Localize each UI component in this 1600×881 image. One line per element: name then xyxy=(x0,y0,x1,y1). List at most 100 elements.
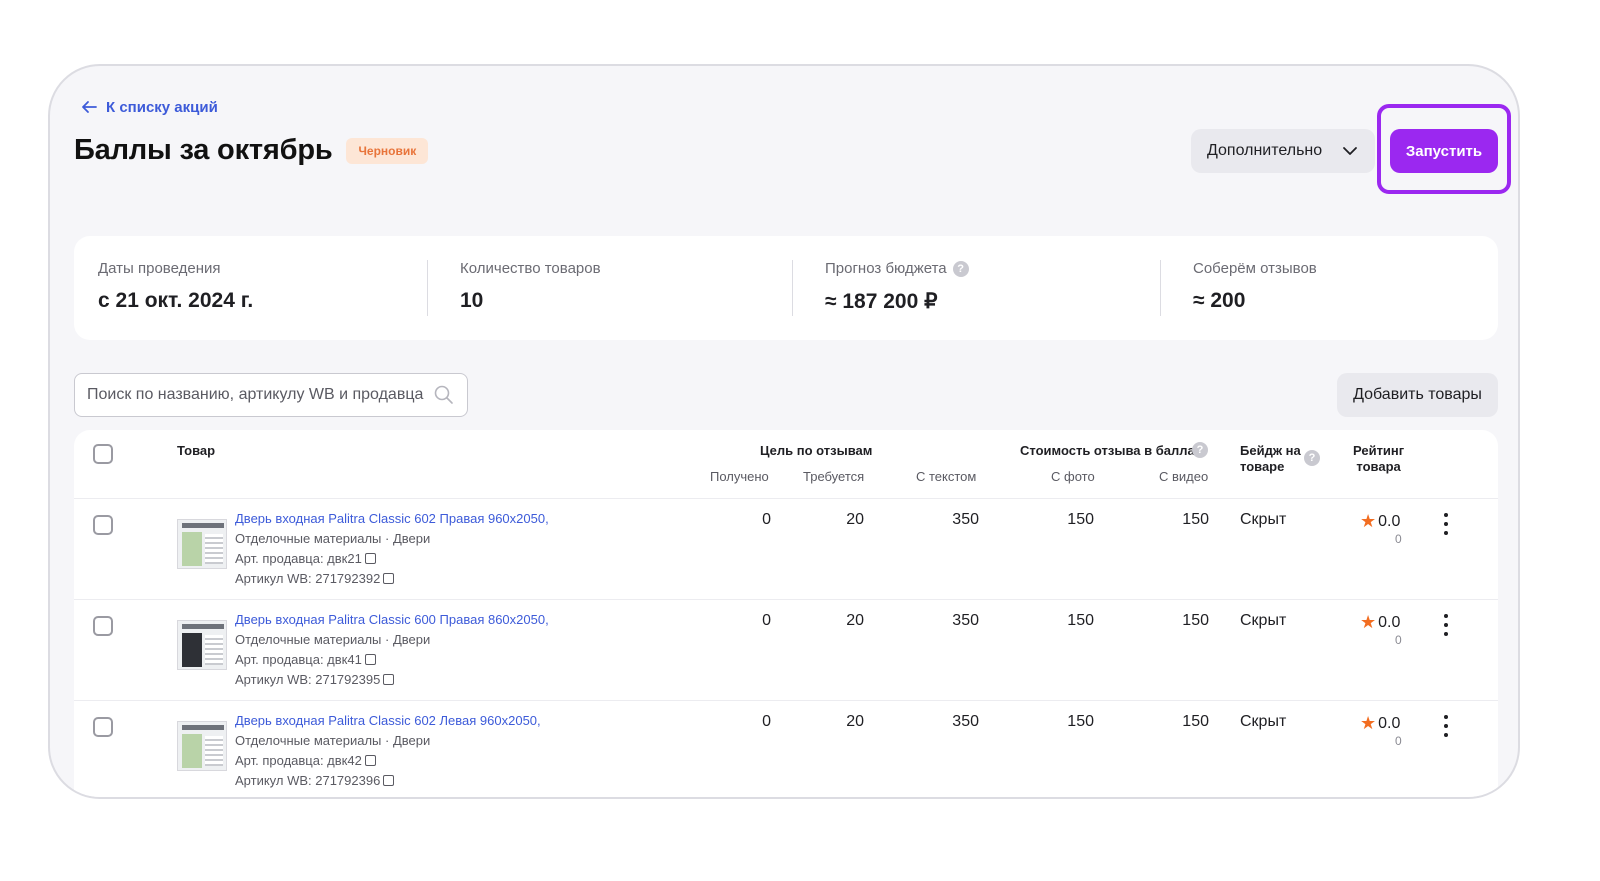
back-to-promotions-link[interactable]: К списку акций xyxy=(80,98,218,116)
page-title: Баллы за октябрь xyxy=(74,134,333,166)
text-cost-value: 350 xyxy=(952,511,979,528)
badge-value: Скрыт xyxy=(1240,612,1287,629)
copy-icon[interactable] xyxy=(364,553,376,564)
received-value: 0 xyxy=(762,612,771,629)
wb-article-text: Артикул WB: 271792396 xyxy=(235,773,381,788)
col-rating-line: товара xyxy=(1356,459,1401,474)
search-input[interactable] xyxy=(87,386,433,404)
product-name-link[interactable]: Дверь входная Palitra Classic 600 Правая… xyxy=(235,612,549,627)
door-image xyxy=(182,734,202,768)
video-cost-value: 150 xyxy=(1182,511,1209,528)
more-actions-icon[interactable] xyxy=(1438,614,1454,636)
copy-icon[interactable] xyxy=(364,654,376,665)
title-row: Баллы за октябрь Черновик xyxy=(74,134,429,167)
chevron-down-icon xyxy=(1343,147,1357,155)
rating-value: 0.0 xyxy=(1378,512,1401,530)
photo-cost-value: 150 xyxy=(1067,612,1094,629)
products-table: Товар Цель по отзывам Получено Требуется… xyxy=(74,430,1498,797)
star-icon: ★ xyxy=(1360,713,1377,733)
thumbnail-lines xyxy=(205,736,223,766)
wb-article: Артикул WB: 271792396 xyxy=(235,773,395,788)
copy-icon[interactable] xyxy=(383,573,395,584)
col-cost-header: Стоимость отзыва в баллах xyxy=(1020,443,1202,458)
product-thumbnail xyxy=(177,721,227,771)
select-all-checkbox[interactable] xyxy=(93,444,113,464)
table-row: Дверь входная Palitra Classic 600 Правая… xyxy=(74,599,1498,700)
photo-cost-value: 150 xyxy=(1067,511,1094,528)
seller-article: Арт. продавца: двк41 xyxy=(235,652,376,667)
more-actions-icon[interactable] xyxy=(1438,513,1454,535)
thumbnail-header xyxy=(182,624,224,629)
help-icon[interactable]: ? xyxy=(1304,450,1320,466)
stat-value: 10 xyxy=(460,289,484,312)
help-icon[interactable]: ? xyxy=(1192,442,1208,458)
more-button-label: Дополнительно xyxy=(1207,142,1323,159)
col-badge-line: Бейдж на xyxy=(1240,443,1301,458)
more-actions-icon[interactable] xyxy=(1438,715,1454,737)
copy-icon[interactable] xyxy=(383,674,395,685)
table-row: Дверь входная Palitra Classic 602 Правая… xyxy=(74,498,1498,599)
rating-value: 0.0 xyxy=(1378,714,1401,732)
stat-product-count: Количество товаров 10 xyxy=(460,260,601,313)
col-rating-line: Рейтинг xyxy=(1353,443,1405,458)
stat-value: ≈ 200 xyxy=(1193,289,1246,312)
app-frame: К списку акций Баллы за октябрь Черновик… xyxy=(48,64,1520,799)
wb-article: Артикул WB: 271792395 xyxy=(235,672,395,687)
add-products-button[interactable]: Добавить товары xyxy=(1337,373,1498,417)
copy-icon[interactable] xyxy=(383,775,395,786)
search-field[interactable] xyxy=(74,373,468,417)
received-value: 0 xyxy=(762,511,771,528)
stat-label: Количество товаров xyxy=(460,260,601,277)
rating: ★ 0.0 xyxy=(1360,511,1400,532)
badge-value: Скрыт xyxy=(1240,511,1287,528)
help-icon[interactable]: ? xyxy=(952,260,969,277)
col-badge-line: товаре xyxy=(1240,459,1285,474)
badge-value: Скрыт xyxy=(1240,713,1287,730)
status-badge: Черновик xyxy=(346,137,429,164)
seller-article-text: Арт. продавца: двк42 xyxy=(235,753,362,768)
stats-card: Даты проведения с 21 окт. 2024 г. Количе… xyxy=(74,236,1498,340)
wb-article-text: Артикул WB: 271792392 xyxy=(235,571,381,586)
thumbnail-lines xyxy=(205,534,223,564)
col-video-header: С видео xyxy=(1159,469,1209,484)
video-cost-value: 150 xyxy=(1182,713,1209,730)
col-rating-header: Рейтинг товара xyxy=(1353,443,1404,475)
more-dropdown-button[interactable]: Дополнительно xyxy=(1191,129,1375,173)
stat-reviews: Соберём отзывов ≈ 200 xyxy=(1193,260,1317,313)
copy-icon[interactable] xyxy=(364,755,376,766)
product-thumbnail xyxy=(177,620,227,670)
rating-count: 0 xyxy=(1395,734,1402,748)
product-name-link[interactable]: Дверь входная Palitra Classic 602 Правая… xyxy=(235,511,549,526)
stat-label-row: Прогноз бюджета ? xyxy=(825,260,969,277)
required-value: 20 xyxy=(846,713,864,730)
product-thumbnail xyxy=(177,519,227,569)
table-row: Дверь входная Palitra Classic 602 Левая … xyxy=(74,700,1498,797)
col-badge-header: Бейдж на товаре xyxy=(1240,443,1301,475)
launch-button[interactable]: Запустить xyxy=(1390,129,1498,173)
seller-article-text: Арт. продавца: двк21 xyxy=(235,551,362,566)
divider xyxy=(427,260,428,316)
received-value: 0 xyxy=(762,713,771,730)
rating: ★ 0.0 xyxy=(1360,612,1400,633)
col-received-header: Получено xyxy=(710,469,769,484)
rating-value: 0.0 xyxy=(1378,613,1401,631)
divider xyxy=(1160,260,1161,316)
thumbnail-header xyxy=(182,523,224,528)
text-cost-value: 350 xyxy=(952,612,979,629)
door-image xyxy=(182,633,202,667)
seller-article: Арт. продавца: двк21 xyxy=(235,551,376,566)
thumbnail-header xyxy=(182,725,224,730)
seller-article: Арт. продавца: двк42 xyxy=(235,753,376,768)
stat-value: с 21 окт. 2024 г. xyxy=(98,289,254,312)
seller-article-text: Арт. продавца: двк41 xyxy=(235,652,362,667)
row-checkbox[interactable] xyxy=(93,515,113,535)
divider xyxy=(792,260,793,316)
row-checkbox[interactable] xyxy=(93,717,113,737)
row-checkbox[interactable] xyxy=(93,616,113,636)
col-photo-header: С фото xyxy=(1051,469,1095,484)
search-icon xyxy=(434,385,453,404)
product-name-link[interactable]: Дверь входная Palitra Classic 602 Левая … xyxy=(235,713,541,728)
star-icon: ★ xyxy=(1360,612,1377,632)
rating-count: 0 xyxy=(1395,532,1402,546)
text-cost-value: 350 xyxy=(952,713,979,730)
